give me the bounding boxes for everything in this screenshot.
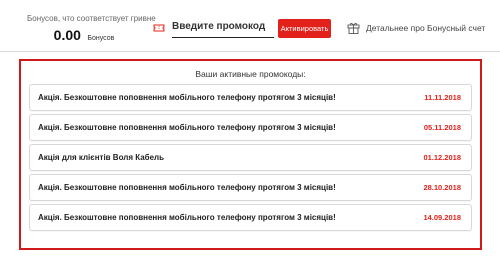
promo-item[interactable]: Акція. Безкоштовне поповнення мобільного… bbox=[29, 114, 472, 141]
promo-code-input[interactable] bbox=[172, 16, 274, 38]
active-promos-panel: Ваши активные промокоды: Акція. Безкошто… bbox=[19, 59, 482, 250]
promo-item[interactable]: Акція. Безкоштовне поповнення мобільного… bbox=[29, 204, 472, 231]
activate-button[interactable]: Активировать bbox=[278, 19, 331, 38]
promo-item[interactable]: Акція. Безкоштовне поповнення мобільного… bbox=[29, 174, 472, 201]
promo-item-name: Акція. Безкоштовне поповнення мобільного… bbox=[38, 213, 336, 222]
active-promos-title: Ваши активные промокоды: bbox=[195, 69, 306, 79]
promo-item-date: 01.12.2018 bbox=[423, 153, 461, 162]
bonus-details-link[interactable]: Детальнее про Бонусный счет bbox=[366, 23, 485, 33]
bonus-caption: Бонусов, что соответствует гривне bbox=[27, 14, 156, 23]
bonus-balance: Бонусов, что соответствует гривне 0.00 Б… bbox=[27, 14, 156, 45]
bonus-unit: Бонусов bbox=[87, 35, 115, 42]
promo-item-date: 28.10.2018 bbox=[423, 183, 461, 192]
promo-item-date: 14.09.2018 bbox=[423, 213, 461, 222]
bonus-value: 0.00 bbox=[53, 27, 81, 43]
header-divider bbox=[0, 51, 500, 52]
promo-item-date: 05.11.2018 bbox=[423, 123, 461, 132]
ticket-icon bbox=[153, 24, 165, 32]
promo-item[interactable]: Акція. Безкоштовне поповнення мобільного… bbox=[29, 84, 472, 111]
promo-item-date: 11.11.2018 bbox=[424, 93, 461, 102]
promo-list: Акція. Безкоштовне поповнення мобільного… bbox=[29, 84, 472, 234]
bonus-value-row: 0.00 Бонусов bbox=[27, 27, 141, 45]
promo-item-name: Акція. Безкоштовне поповнення мобільного… bbox=[38, 93, 336, 102]
promo-item-name: Акція. Безкоштовне поповнення мобільного… bbox=[38, 123, 336, 132]
promo-item[interactable]: Акція для клієнтів Воля Кабель 01.12.201… bbox=[29, 144, 472, 171]
promo-item-name: Акція для клієнтів Воля Кабель bbox=[38, 153, 165, 162]
promo-item-name: Акція. Безкоштовне поповнення мобільного… bbox=[38, 183, 336, 192]
gift-icon bbox=[347, 22, 360, 34]
